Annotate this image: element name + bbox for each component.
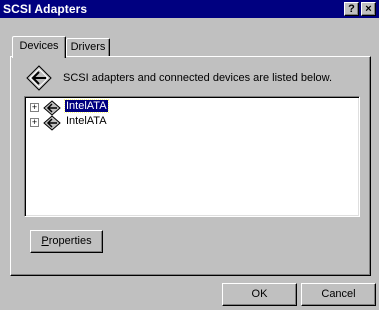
properties-button[interactable]: Properties bbox=[30, 230, 103, 253]
description-text: SCSI adapters and connected devices are … bbox=[63, 72, 333, 84]
tree-node-label: IntelATA bbox=[66, 115, 107, 127]
expand-plus-icon[interactable]: + bbox=[30, 103, 39, 112]
close-button[interactable]: × bbox=[361, 2, 376, 16]
tab-devices[interactable]: Devices bbox=[12, 36, 66, 58]
help-button[interactable]: ? bbox=[344, 2, 359, 16]
cancel-button[interactable]: Cancel bbox=[301, 283, 376, 306]
scsi-adapter-icon bbox=[26, 65, 52, 91]
properties-label: roperties bbox=[48, 235, 92, 247]
tab-drivers[interactable]: Drivers bbox=[66, 38, 110, 57]
scsi-adapter-icon bbox=[43, 100, 61, 116]
properties-mnemonic: P bbox=[41, 235, 49, 247]
tree-node-label: IntelATA bbox=[64, 99, 109, 113]
title-bar: SCSI Adapters ? × bbox=[0, 0, 379, 18]
expand-plus-icon[interactable]: + bbox=[30, 118, 39, 127]
window-title: SCSI Adapters bbox=[3, 2, 88, 16]
scsi-adapter-icon bbox=[43, 115, 61, 131]
device-tree[interactable]: + IntelATA + IntelATA bbox=[24, 96, 360, 217]
ok-button[interactable]: OK bbox=[222, 283, 297, 306]
